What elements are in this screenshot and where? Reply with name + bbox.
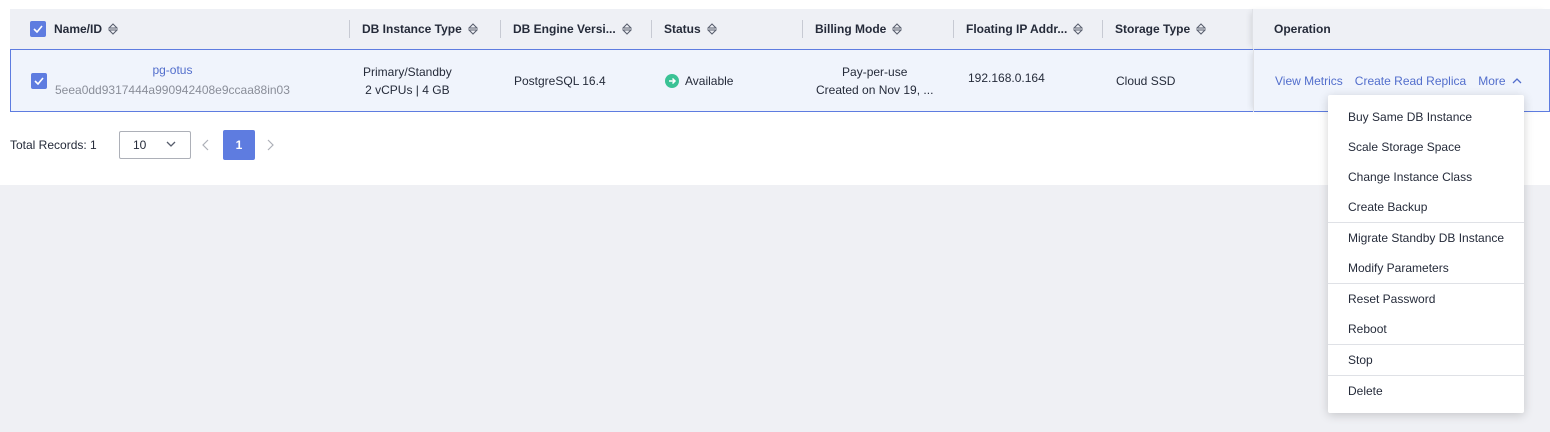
pagination: Total Records: 1 [10,130,97,160]
chevron-down-icon [166,141,176,147]
menu-item-delete[interactable]: Delete [1328,376,1524,406]
cell-floating-ip: 192.168.0.164 [968,70,1045,85]
sort-icon[interactable] [467,23,478,35]
menu-item-migrate-standby-db-instance[interactable]: Migrate Standby DB Instance [1328,223,1524,253]
table-row[interactable]: pg-otus 5eea0dd9317444a990942408e9ccaa88… [10,49,1550,112]
view-metrics-link[interactable]: View Metrics [1275,74,1343,88]
sort-icon[interactable] [892,23,903,35]
instance-id: 5eea0dd9317444a990942408e9ccaa88in03 [55,82,290,97]
page-button-current[interactable]: 1 [223,130,255,160]
sort-icon[interactable] [1196,23,1207,35]
row-checkbox[interactable] [31,73,47,89]
menu-item-change-instance-class[interactable]: Change Instance Class [1328,162,1524,192]
header-status[interactable]: Status [664,9,717,49]
status-text: Available [685,73,734,88]
create-read-replica-link[interactable]: Create Read Replica [1355,74,1466,88]
header-operation: Operation [1274,22,1331,36]
header-db-engine-version[interactable]: DB Engine Versi... [513,9,632,49]
header-floating-ip[interactable]: Floating IP Addr... [966,9,1084,49]
select-all-checkbox[interactable] [30,21,46,37]
menu-item-reboot[interactable]: Reboot [1328,314,1524,344]
check-icon [33,25,43,33]
sort-icon[interactable] [1073,23,1084,35]
column-divider[interactable] [802,20,803,38]
column-divider[interactable] [953,20,954,38]
cell-storage-type: Cloud SSD [1116,73,1176,88]
menu-item-stop[interactable]: Stop [1328,345,1524,375]
status-available-icon [665,73,679,88]
page-size-select[interactable]: 10 [119,131,191,159]
cell-billing-mode: Pay-per-use Created on Nov 19, ... [816,64,934,97]
menu-item-buy-same-db-instance[interactable]: Buy Same DB Instance [1328,102,1524,132]
instance-list-panel: Name/ID DB Instance Type DB Engine Versi… [0,0,1550,185]
column-divider[interactable] [349,20,350,38]
cell-db-instance-type: Primary/Standby 2 vCPUs | 4 GB [363,64,452,97]
column-divider[interactable] [1102,20,1103,38]
table-header: Name/ID DB Instance Type DB Engine Versi… [10,9,1550,49]
menu-item-create-backup[interactable]: Create Backup [1328,192,1524,222]
header-billing-mode[interactable]: Billing Mode [815,9,903,49]
more-dropdown-button[interactable]: More [1478,74,1522,88]
next-page-icon[interactable] [267,139,274,151]
more-dropdown-menu: Buy Same DB Instance Scale Storage Space… [1328,95,1524,413]
sort-icon[interactable] [108,23,119,35]
previous-page-icon[interactable] [202,139,209,151]
instance-name-link[interactable]: pg-otus [152,61,192,79]
cell-name-id: pg-otus 5eea0dd9317444a990942408e9ccaa88… [55,50,290,111]
menu-item-reset-password[interactable]: Reset Password [1328,284,1524,314]
column-divider[interactable] [651,20,652,38]
header-name[interactable]: Name/ID [54,9,119,49]
menu-item-modify-parameters[interactable]: Modify Parameters [1328,253,1524,283]
menu-item-scale-storage-space[interactable]: Scale Storage Space [1328,132,1524,162]
cell-db-engine-version: PostgreSQL 16.4 [514,73,606,88]
column-divider[interactable] [500,20,501,38]
check-icon [34,77,44,85]
cell-status: Available [665,50,733,111]
header-db-instance-type[interactable]: DB Instance Type [362,9,478,49]
sort-icon[interactable] [706,23,717,35]
total-records: Total Records: 1 [10,138,97,152]
operation-column-header: Operation [1252,9,1550,49]
sort-icon[interactable] [621,23,632,35]
header-storage-type[interactable]: Storage Type [1115,9,1207,49]
chevron-up-icon [1512,77,1522,83]
